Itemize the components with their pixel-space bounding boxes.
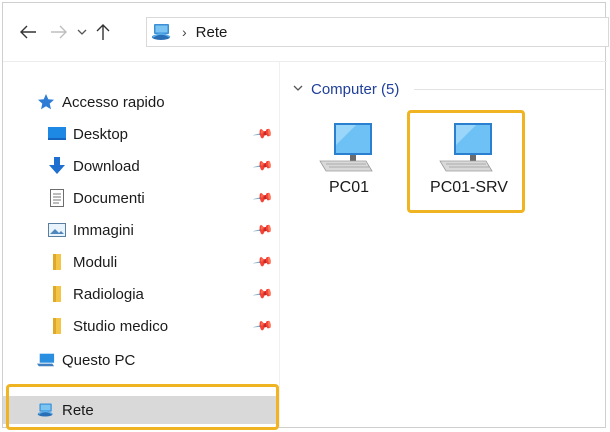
sidebar-item-label: Download — [73, 157, 140, 175]
sidebar-item-label: Questo PC — [62, 351, 136, 369]
arrow-right-icon — [51, 25, 67, 39]
address-bar[interactable]: › Rete — [146, 17, 609, 47]
pin-icon[interactable]: 📌 — [252, 123, 274, 145]
pin-icon[interactable]: 📌 — [252, 251, 274, 273]
sidebar-item-download[interactable]: Download 📌 — [3, 152, 279, 180]
sidebar-item-label: Immagini — [73, 221, 134, 239]
group-divider — [414, 89, 604, 90]
sidebar-item-label: Desktop — [73, 125, 129, 143]
sidebar-item-desktop[interactable]: Desktop 📌 — [3, 120, 279, 148]
pane-divider — [279, 62, 280, 427]
computer-item-pc01[interactable]: PC01 — [294, 113, 404, 209]
arrow-up-icon — [96, 24, 110, 40]
highlight-rete — [6, 384, 279, 430]
pin-icon[interactable]: 📌 — [252, 315, 274, 337]
sidebar-item-radiologia[interactable]: Radiologia 📌 — [3, 280, 279, 308]
group-title: Computer (5) — [311, 80, 400, 98]
explorer-window: › Rete Accesso rapido Desktop 📌 Download… — [2, 2, 609, 428]
star-icon — [37, 93, 55, 111]
group-header-computer[interactable]: Computer (5) — [293, 78, 399, 100]
toolbar: › Rete — [3, 3, 609, 59]
computer-icon — [37, 351, 55, 369]
network-icon — [152, 24, 171, 40]
sidebar-item-moduli[interactable]: Moduli 📌 — [3, 248, 279, 276]
pin-icon[interactable]: 📌 — [252, 283, 274, 305]
sidebar-item-immagini[interactable]: Immagini 📌 — [3, 216, 279, 244]
computer-label: PC01 — [328, 179, 370, 196]
navigation-pane: Accesso rapido Desktop 📌 Download 📌 Docu… — [3, 62, 279, 427]
chevron-down-icon[interactable] — [293, 83, 303, 95]
up-button[interactable] — [92, 21, 114, 43]
pictures-icon — [48, 221, 66, 239]
chevron-down-icon — [77, 29, 87, 35]
sidebar-item-label: Documenti — [73, 189, 145, 207]
folder-icon — [48, 253, 66, 271]
documents-icon — [48, 189, 66, 207]
sidebar-item-studio-medico[interactable]: Studio medico 📌 — [3, 312, 279, 340]
pin-icon[interactable]: 📌 — [252, 155, 274, 177]
sidebar-item-questo-pc[interactable]: Questo PC — [3, 346, 279, 374]
pin-icon[interactable]: 📌 — [252, 219, 274, 241]
desktop-folder-icon — [48, 125, 66, 143]
arrow-left-icon — [20, 25, 36, 39]
sidebar-item-label: Radiologia — [73, 285, 144, 303]
breadcrumb-rete[interactable]: Rete — [196, 24, 228, 41]
folder-icon — [48, 317, 66, 335]
sidebar-item-documenti[interactable]: Documenti 📌 — [3, 184, 279, 212]
back-button[interactable] — [17, 21, 39, 43]
computer-icon — [319, 123, 373, 172]
highlight-pc01-srv — [407, 110, 525, 213]
sidebar-item-label: Accesso rapido — [62, 93, 165, 111]
sidebar-item-accesso-rapido[interactable]: Accesso rapido — [3, 88, 279, 116]
folder-icon — [48, 285, 66, 303]
recent-locations-button[interactable] — [71, 21, 93, 43]
forward-button[interactable] — [48, 21, 70, 43]
sidebar-item-label: Studio medico — [73, 317, 169, 335]
pin-icon[interactable]: 📌 — [252, 187, 274, 209]
sidebar-item-label: Moduli — [73, 253, 118, 271]
breadcrumb-separator: › — [182, 24, 187, 40]
download-icon — [48, 157, 66, 175]
